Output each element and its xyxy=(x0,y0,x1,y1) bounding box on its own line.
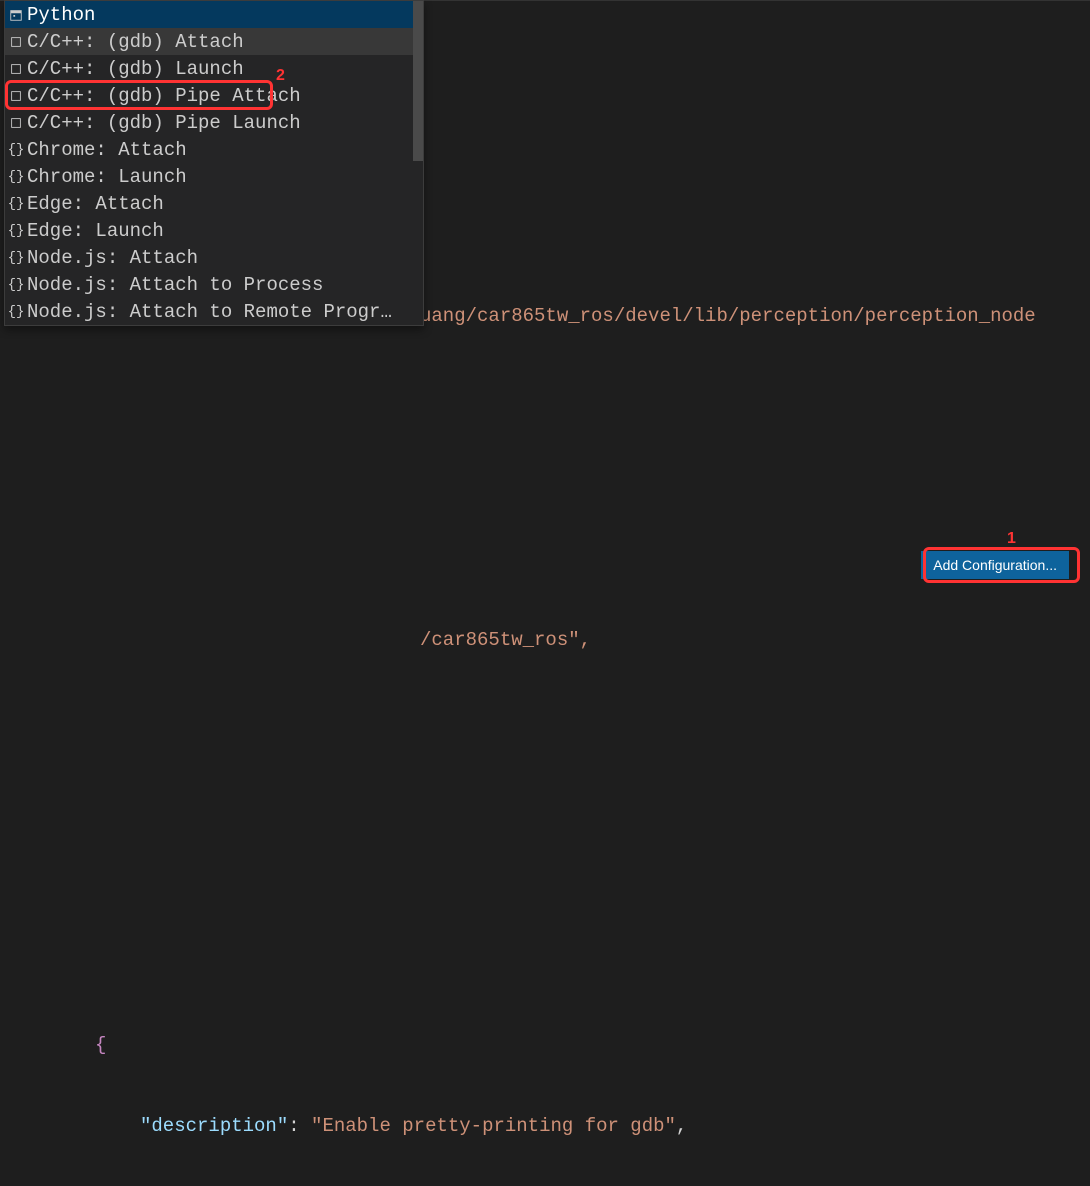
dropdown-item-label: Python xyxy=(27,4,95,26)
dropdown-item-label: Node.js: Attach to Process xyxy=(27,274,323,296)
event-icon xyxy=(9,8,23,22)
dropdown-item-label: C/C++: (gdb) Pipe Launch xyxy=(27,112,301,134)
braces-icon: {} xyxy=(9,305,23,319)
dropdown-item-label: Node.js: Attach to Remote Progr… xyxy=(27,301,392,323)
dropdown-item-label: C/C++: (gdb) Launch xyxy=(27,58,244,80)
highlight-label-1: 1 xyxy=(1007,530,1016,548)
json-val-desc1: "Enable pretty-printing for gdb" xyxy=(311,1115,676,1137)
dropdown-item-9[interactable]: {} Node.js: Attach xyxy=(5,244,423,271)
dropdown-item-11[interactable]: {} Node.js: Attach to Remote Progr… xyxy=(5,298,423,325)
dropdown-item-10[interactable]: {} Node.js: Attach to Process xyxy=(5,271,423,298)
add-configuration-button[interactable]: Add Configuration... xyxy=(921,551,1069,579)
dropdown-scrollbar[interactable] xyxy=(413,1,423,161)
braces-icon: {} xyxy=(9,224,23,238)
dropdown-item-label: Edge: Launch xyxy=(27,220,164,242)
square-icon xyxy=(9,62,23,76)
dropdown-item-2[interactable]: C/C++: (gdb) Launch xyxy=(5,55,423,82)
dropdown-item-5[interactable]: {} Chrome: Attach xyxy=(5,136,423,163)
dropdown-item-4[interactable]: C/C++: (gdb) Pipe Launch xyxy=(5,109,423,136)
dropdown-item-1[interactable]: C/C++: (gdb) Attach xyxy=(5,28,423,55)
braces-icon: {} xyxy=(9,143,23,157)
dropdown-item-label: Edge: Attach xyxy=(27,193,164,215)
dropdown-item-label: C/C++: (gdb) Attach xyxy=(27,31,244,53)
braces-icon: {} xyxy=(9,197,23,211)
dropdown-item-label: Chrome: Launch xyxy=(27,166,187,188)
configuration-dropdown[interactable]: Python C/C++: (gdb) Attach C/C++: (gdb) La… xyxy=(4,0,424,326)
dropdown-item-0[interactable]: Python xyxy=(5,1,423,28)
braces-icon: {} xyxy=(9,170,23,184)
dropdown-item-6[interactable]: {} Chrome: Launch xyxy=(5,163,423,190)
dropdown-item-label: Node.js: Attach xyxy=(27,247,198,269)
square-icon xyxy=(9,89,23,103)
dropdown-item-label: C/C++: (gdb) Pipe Attach xyxy=(27,85,301,107)
highlight-label-2: 2 xyxy=(276,67,285,85)
braces-icon: {} xyxy=(9,278,23,292)
json-key-description: "description" xyxy=(140,1115,288,1137)
dropdown-item-8[interactable]: {} Edge: Launch xyxy=(5,217,423,244)
dropdown-item-label: Chrome: Attach xyxy=(27,139,187,161)
dropdown-item-7[interactable]: {} Edge: Attach xyxy=(5,190,423,217)
square-icon xyxy=(9,116,23,130)
code-path-2: /car865tw_ros", xyxy=(50,629,591,651)
braces-icon: {} xyxy=(9,251,23,265)
dropdown-item-3[interactable]: C/C++: (gdb) Pipe Attach xyxy=(5,82,423,109)
square-icon xyxy=(9,35,23,49)
